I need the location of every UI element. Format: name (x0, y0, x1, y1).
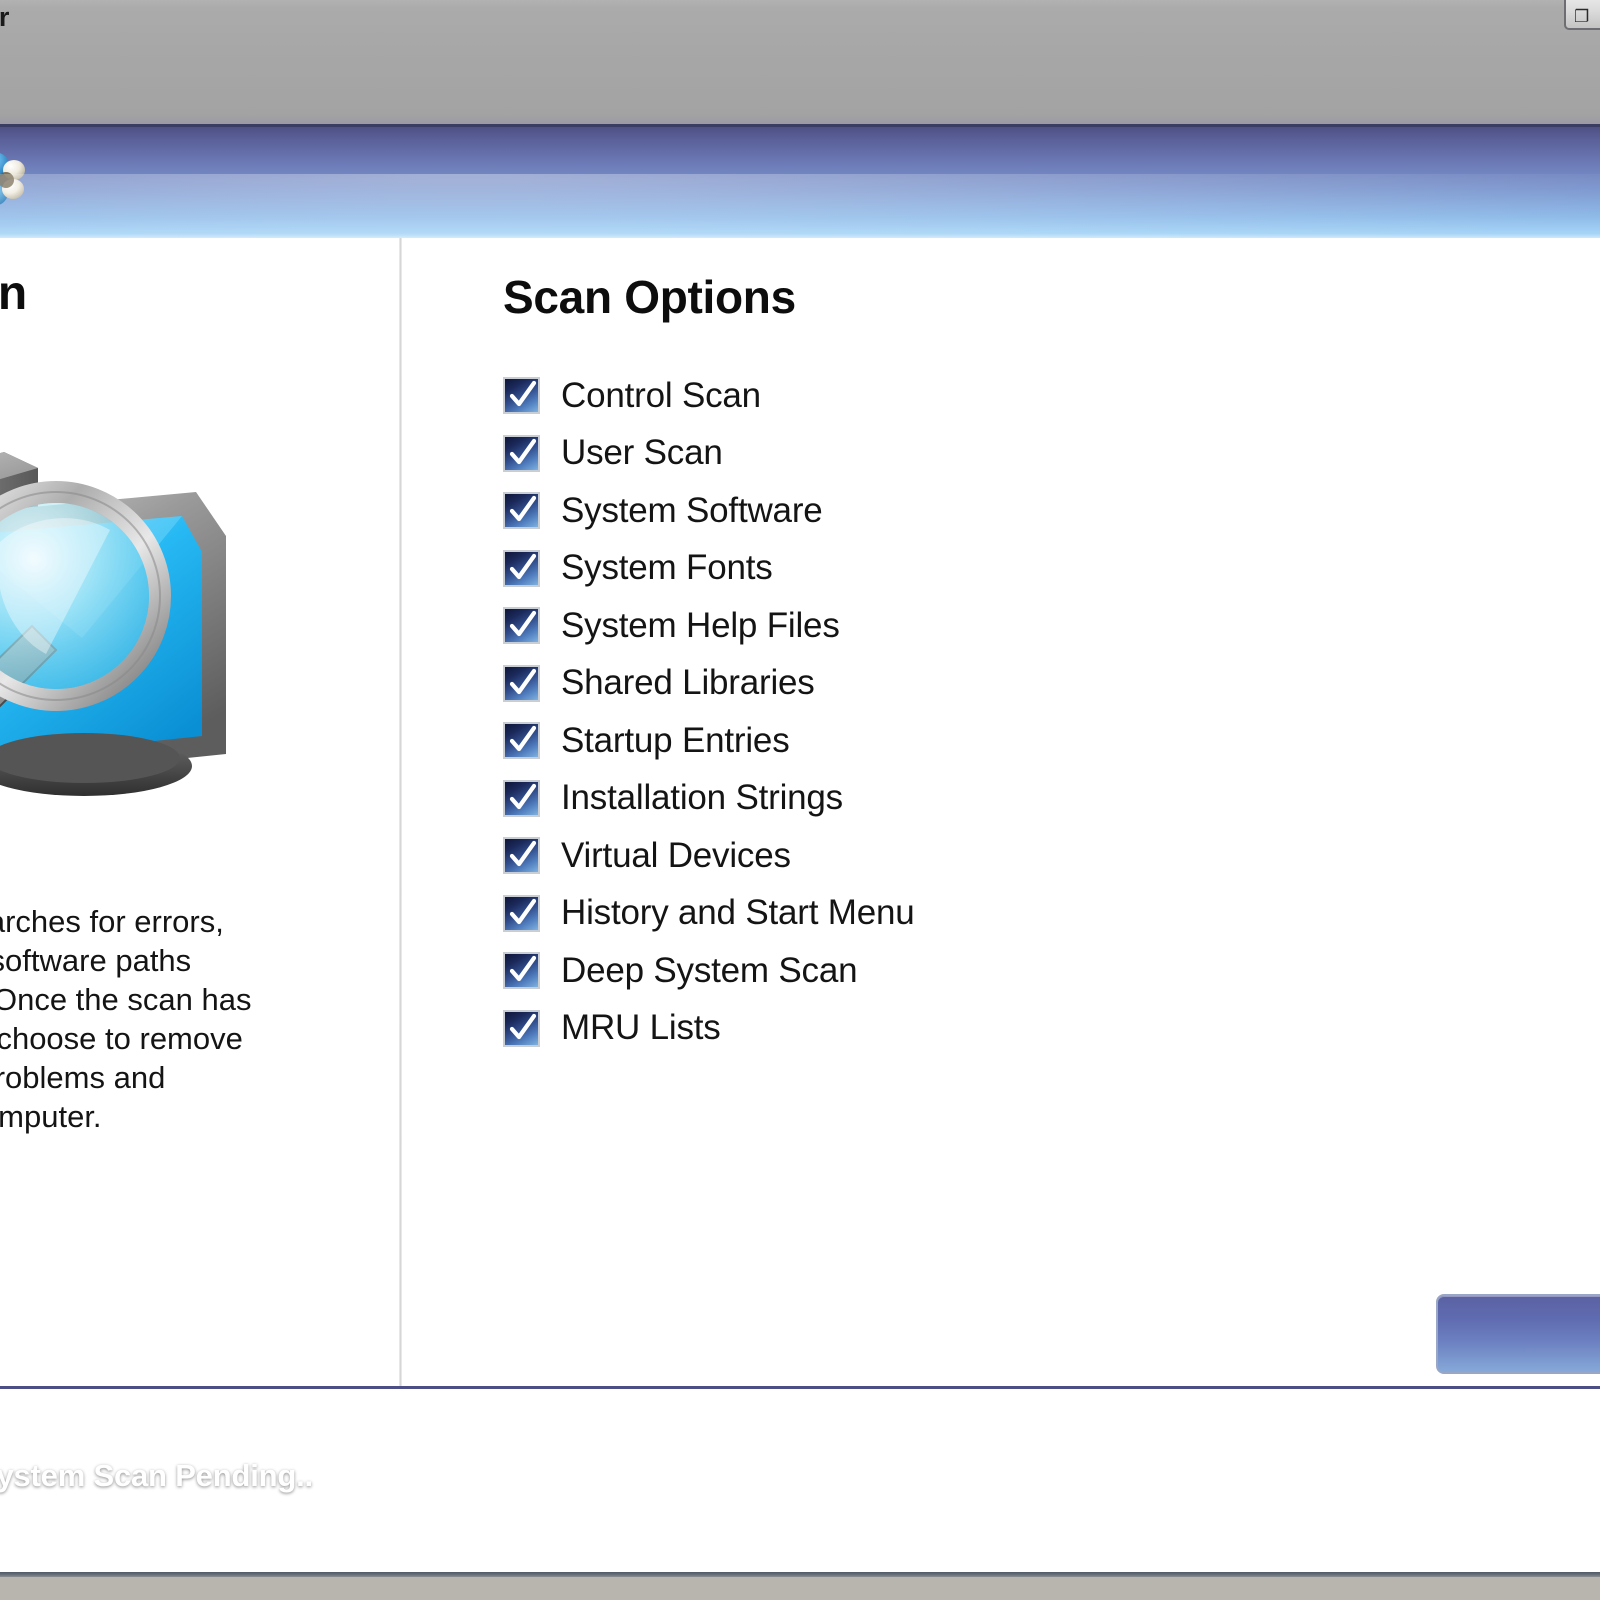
scan-info-panel: Scan (0, 238, 399, 1386)
checkbox-checked-icon[interactable] (503, 607, 540, 645)
scan-option-label: System Help Files (561, 605, 840, 645)
status-text: System Scan Pending.. (0, 1458, 313, 1493)
scan-options-heading: Scan Options (503, 271, 796, 323)
scan-description-text: an searches for errors, , and software p… (0, 904, 252, 1134)
scan-option-row[interactable]: Startup Entries (503, 712, 1503, 770)
scan-option-row[interactable]: System Software (503, 482, 1503, 540)
page-title: Scan (0, 267, 27, 320)
scan-option-row[interactable]: History and Start Menu (503, 885, 1503, 943)
scan-option-label: System Software (561, 490, 823, 530)
scan-option-row[interactable]: Virtual Devices (503, 827, 1503, 885)
windows-butterfly-logo-icon (0, 148, 32, 208)
checkbox-checked-icon[interactable] (503, 434, 540, 472)
scan-option-row[interactable]: Installation Strings (503, 770, 1503, 828)
restore-window-button[interactable]: ❐ (1564, 0, 1600, 30)
status-bar-top-rule (0, 1386, 1600, 1389)
scan-option-label: Startup Entries (561, 720, 790, 760)
scan-option-label: History and Start Menu (561, 893, 915, 933)
application-window: er ❐ (0, 0, 1600, 1600)
scan-option-row[interactable]: System Fonts (503, 540, 1503, 598)
restore-icon: ❐ (1574, 7, 1590, 26)
scan-option-label: Installation Strings (561, 778, 843, 818)
computer-magnifier-scan-icon (0, 424, 288, 796)
scan-option-label: Deep System Scan (561, 950, 858, 990)
window-title-text: er (0, 2, 10, 32)
scan-option-row[interactable]: System Help Files (503, 597, 1503, 655)
scan-option-row[interactable]: User Scan (503, 425, 1503, 483)
scan-option-label: MRU Lists (561, 1008, 721, 1048)
scan-options-panel: Scan Options Control Scan User Scan System… (402, 238, 1600, 1386)
checkbox-checked-icon[interactable] (503, 1009, 540, 1047)
start-scan-button[interactable] (1436, 1294, 1600, 1374)
checkbox-checked-icon[interactable] (503, 377, 540, 415)
checkbox-checked-icon[interactable] (503, 664, 540, 702)
scan-option-row[interactable]: Control Scan (503, 367, 1503, 425)
checkbox-checked-icon[interactable] (503, 492, 540, 530)
scan-option-label: Shared Libraries (561, 663, 815, 703)
scan-option-row[interactable]: Deep System Scan (503, 942, 1503, 1000)
app-header-banner (0, 124, 1600, 238)
checkbox-checked-icon[interactable] (503, 894, 540, 932)
checkbox-checked-icon[interactable] (503, 952, 540, 990)
scan-option-label: System Fonts (561, 548, 773, 588)
scan-options-list: Control Scan User Scan System Software Syst… (503, 367, 1503, 1057)
scan-option-row[interactable]: Shared Libraries (503, 655, 1503, 713)
scan-option-label: Virtual Devices (561, 835, 791, 875)
status-bar: System Scan Pending.. (0, 1386, 1600, 1572)
scan-option-label: User Scan (561, 433, 723, 473)
checkbox-checked-icon[interactable] (503, 779, 540, 817)
scan-option-row[interactable]: MRU Lists (503, 1000, 1503, 1058)
header-top-rule (0, 124, 1600, 127)
window-bottom-strip (0, 1577, 1600, 1600)
checkbox-checked-icon[interactable] (503, 722, 540, 760)
window-toolbar: er ❐ (0, 0, 1600, 124)
main-content: Scan (0, 238, 1600, 1386)
checkbox-checked-icon[interactable] (503, 549, 540, 587)
checkbox-checked-icon[interactable] (503, 837, 540, 875)
scan-option-label: Control Scan (561, 375, 761, 415)
